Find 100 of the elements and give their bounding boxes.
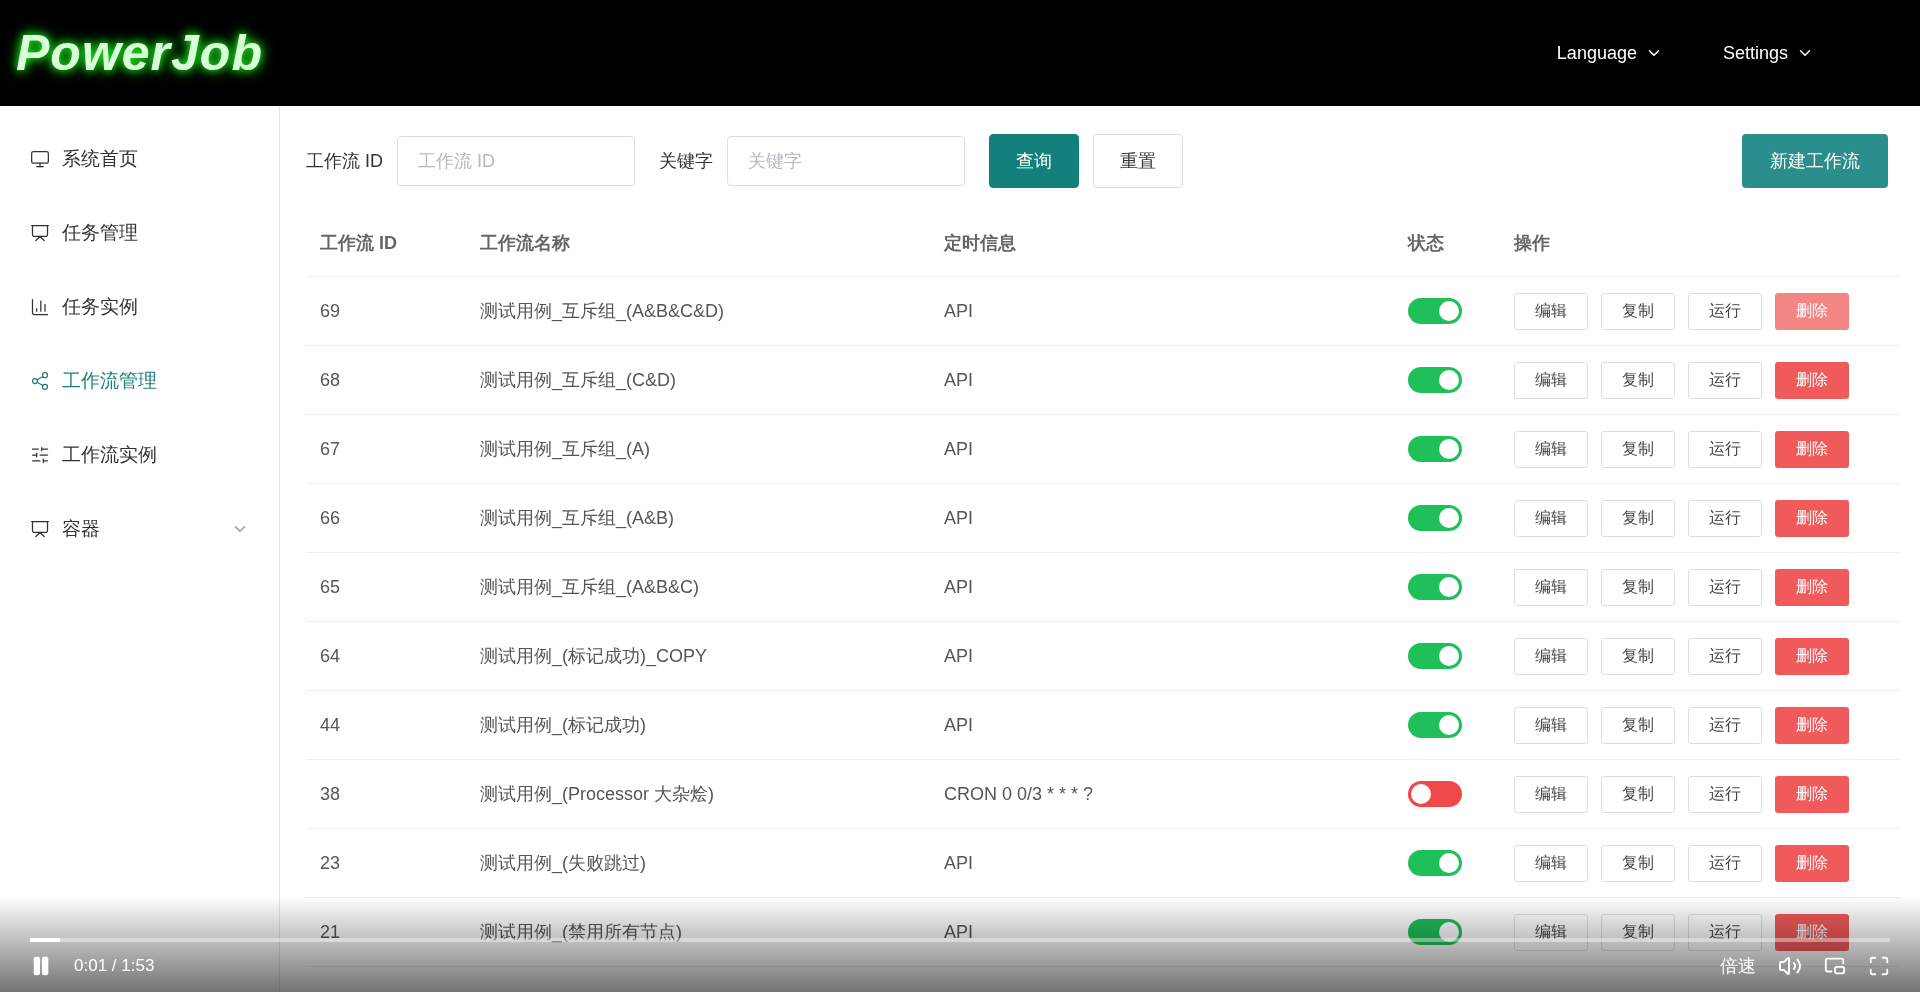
table-cell-text: 测试用例_(禁用所有节点) bbox=[480, 921, 683, 944]
status-toggle[interactable] bbox=[1408, 781, 1462, 807]
status-toggle[interactable] bbox=[1408, 436, 1462, 462]
create-workflow-button[interactable]: 新建工作流 bbox=[1742, 134, 1888, 188]
copy-button[interactable]: 复制 bbox=[1601, 499, 1675, 537]
copy-button[interactable]: 复制 bbox=[1601, 361, 1675, 399]
edit-button[interactable]: 编辑 bbox=[1514, 775, 1588, 813]
copy-button[interactable]: 复制 bbox=[1601, 637, 1675, 675]
status-toggle[interactable] bbox=[1408, 712, 1462, 738]
table-cell-text: 测试用例_(Processor 大杂烩) bbox=[480, 783, 716, 806]
header-menu[interactable]: Settings bbox=[1722, 42, 1814, 64]
edit-button[interactable]: 编辑 bbox=[1514, 361, 1588, 399]
table-cell-text: 44 bbox=[320, 714, 342, 736]
header-menu[interactable]: Language bbox=[1556, 42, 1663, 64]
copy-button[interactable]: 复制 bbox=[1601, 292, 1675, 330]
run-button[interactable]: 运行 bbox=[1688, 775, 1762, 813]
table-cell-text: 测试用例_(失败跳过) bbox=[480, 852, 647, 875]
presentation-board-icon bbox=[30, 519, 50, 539]
table-cell-text: 64 bbox=[320, 645, 342, 667]
table-cell-text: 67 bbox=[320, 438, 342, 460]
copy-button[interactable]: 复制 bbox=[1601, 775, 1675, 813]
run-button[interactable]: 运行 bbox=[1688, 430, 1762, 468]
table-cell-text: 测试用例_(标记成功)_COPY bbox=[480, 645, 709, 668]
volume-icon[interactable] bbox=[1778, 954, 1802, 978]
edit-button[interactable]: 编辑 bbox=[1514, 430, 1588, 468]
search-button[interactable]: 查询 bbox=[989, 134, 1079, 188]
run-button[interactable]: 运行 bbox=[1688, 844, 1762, 882]
table-cell-text: API bbox=[944, 921, 974, 943]
reset-button[interactable]: 重置 bbox=[1093, 134, 1183, 188]
column-header: 工作流名称 bbox=[480, 232, 571, 255]
run-button[interactable]: 运行 bbox=[1688, 706, 1762, 744]
table-cell-text: API bbox=[944, 645, 974, 667]
run-button[interactable]: 运行 bbox=[1688, 499, 1762, 537]
table-cell-text: 测试用例_互斥组_(A&B&C&D) bbox=[480, 300, 726, 323]
table-cell-text: API bbox=[944, 438, 974, 460]
run-button[interactable]: 运行 bbox=[1688, 637, 1762, 675]
table-cell-text: 测试用例_互斥组_(A&B) bbox=[480, 507, 676, 530]
sidebar-item[interactable]: 工作流管理 bbox=[0, 344, 279, 418]
table-cell-text: 测试用例_互斥组_(A) bbox=[480, 438, 651, 461]
table-cell-text: 66 bbox=[320, 507, 342, 529]
edit-button[interactable]: 编辑 bbox=[1514, 706, 1588, 744]
table-cell-text: 21 bbox=[320, 921, 342, 943]
table-cell-text: CRON 0 0/3 * * * ? bbox=[944, 783, 1095, 805]
table-cell-text: 测试用例_互斥组_(C&D) bbox=[480, 369, 677, 392]
status-toggle[interactable] bbox=[1408, 850, 1462, 876]
sidebar-item[interactable]: 工作流实例 bbox=[0, 418, 279, 492]
table-cell-text: 69 bbox=[320, 300, 342, 322]
status-toggle[interactable] bbox=[1408, 298, 1462, 324]
table-cell-text: 测试用例_(标记成功) bbox=[480, 714, 647, 737]
edit-button[interactable]: 编辑 bbox=[1514, 844, 1588, 882]
column-header: 工作流 ID bbox=[320, 232, 398, 255]
copy-button[interactable]: 复制 bbox=[1601, 913, 1675, 951]
sliders-icon bbox=[30, 445, 50, 465]
sidebar-item[interactable]: 容器 bbox=[0, 492, 279, 566]
table-cell-text: 38 bbox=[320, 783, 342, 805]
powerjob-logo: PowerJob bbox=[16, 24, 263, 82]
filter-input[interactable]: 关键字 bbox=[727, 136, 965, 186]
filter-label: 工作流 ID bbox=[306, 150, 383, 173]
table-cell-text: API bbox=[944, 507, 974, 529]
status-toggle[interactable] bbox=[1408, 505, 1462, 531]
copy-button[interactable]: 复制 bbox=[1601, 430, 1675, 468]
fullscreen-icon[interactable] bbox=[1868, 955, 1890, 977]
status-toggle[interactable] bbox=[1408, 367, 1462, 393]
run-button[interactable]: 运行 bbox=[1688, 361, 1762, 399]
edit-button[interactable]: 编辑 bbox=[1514, 499, 1588, 537]
edit-button[interactable]: 编辑 bbox=[1514, 568, 1588, 606]
status-toggle[interactable] bbox=[1408, 919, 1462, 945]
share-icon bbox=[30, 371, 50, 391]
run-button[interactable]: 运行 bbox=[1688, 292, 1762, 330]
table-cell-text: 65 bbox=[320, 576, 342, 598]
column-header: 操作 bbox=[1514, 232, 1551, 255]
edit-button[interactable]: 编辑 bbox=[1514, 913, 1588, 951]
copy-button[interactable]: 复制 bbox=[1601, 844, 1675, 882]
presentation-board-icon bbox=[30, 223, 50, 243]
edit-button[interactable]: 编辑 bbox=[1514, 292, 1588, 330]
filter-label: 关键字 bbox=[659, 150, 713, 173]
column-header: 状态 bbox=[1408, 232, 1445, 255]
picture-in-picture-icon[interactable] bbox=[1824, 955, 1846, 977]
column-header: 定时信息 bbox=[944, 232, 1017, 255]
sidebar-item[interactable]: 系统首页 bbox=[0, 122, 279, 196]
table-cell-text: API bbox=[944, 714, 974, 736]
sidebar-item[interactable]: 任务管理 bbox=[0, 196, 279, 270]
run-button[interactable]: 运行 bbox=[1688, 913, 1762, 951]
table-cell-text: 68 bbox=[320, 369, 342, 391]
status-toggle[interactable] bbox=[1408, 574, 1462, 600]
sidebar-item[interactable]: 任务实例 bbox=[0, 270, 279, 344]
edit-button[interactable]: 编辑 bbox=[1514, 637, 1588, 675]
video-time: 0:01 / 1:53 bbox=[74, 956, 155, 976]
copy-button[interactable]: 复制 bbox=[1601, 568, 1675, 606]
bar-chart-icon bbox=[30, 297, 50, 317]
run-button[interactable]: 运行 bbox=[1688, 568, 1762, 606]
table-cell-text: 23 bbox=[320, 852, 342, 874]
table-cell-text: API bbox=[944, 369, 974, 391]
status-toggle[interactable] bbox=[1408, 643, 1462, 669]
copy-button[interactable]: 复制 bbox=[1601, 706, 1675, 744]
table-cell-text: API bbox=[944, 300, 974, 322]
table-cell-text: 测试用例_互斥组_(A&B&C) bbox=[480, 576, 701, 599]
table-cell-text: API bbox=[944, 576, 974, 598]
filter-input[interactable]: 工作流 ID bbox=[397, 136, 635, 186]
monitor-icon bbox=[30, 149, 50, 169]
